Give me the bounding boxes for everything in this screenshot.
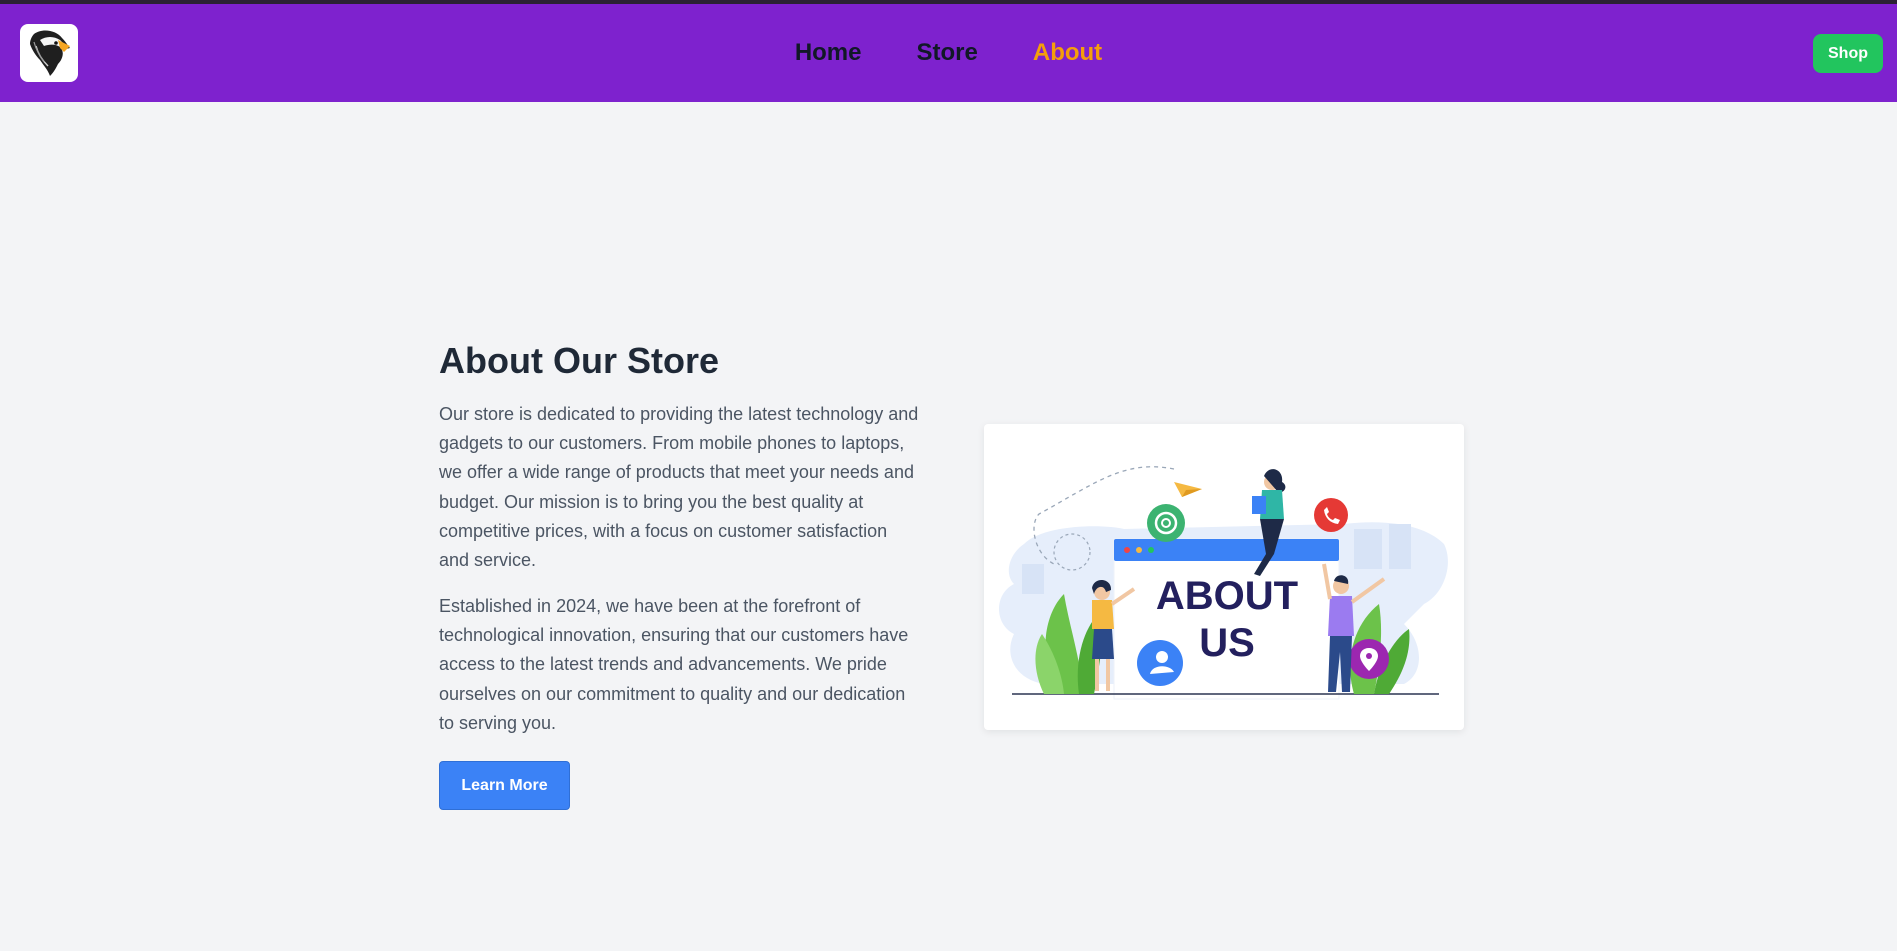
phone-icon xyxy=(1314,498,1348,532)
about-paragraph-1: Our store is dedicated to providing the … xyxy=(439,404,919,571)
navbar: Home Store About Shop xyxy=(0,4,1897,102)
paper-plane-icon xyxy=(1174,482,1202,497)
location-pin-icon xyxy=(1349,639,1389,679)
learn-more-button[interactable]: Learn More xyxy=(439,761,570,810)
at-sign-icon xyxy=(1147,504,1185,542)
illustration-text-us: US xyxy=(1199,621,1255,665)
about-illustration-card: ABOUT US xyxy=(984,424,1464,730)
about-paragraph-2: Established in 2024, we have been at the… xyxy=(439,596,909,733)
illustration-text-about: ABOUT xyxy=(1156,574,1298,618)
shop-button[interactable]: Shop xyxy=(1813,34,1883,73)
about-us-illustration: ABOUT US xyxy=(999,466,1448,700)
main-nav: Home Store About xyxy=(0,4,1897,102)
logo[interactable] xyxy=(20,24,78,82)
page-title: About Our Store xyxy=(439,340,719,381)
nav-home-link[interactable]: Home xyxy=(795,39,862,67)
nav-about-link[interactable]: About xyxy=(1033,39,1102,67)
nav-store-link[interactable]: Store xyxy=(917,39,978,67)
user-icon xyxy=(1137,640,1183,686)
eagle-logo-icon xyxy=(30,30,70,76)
